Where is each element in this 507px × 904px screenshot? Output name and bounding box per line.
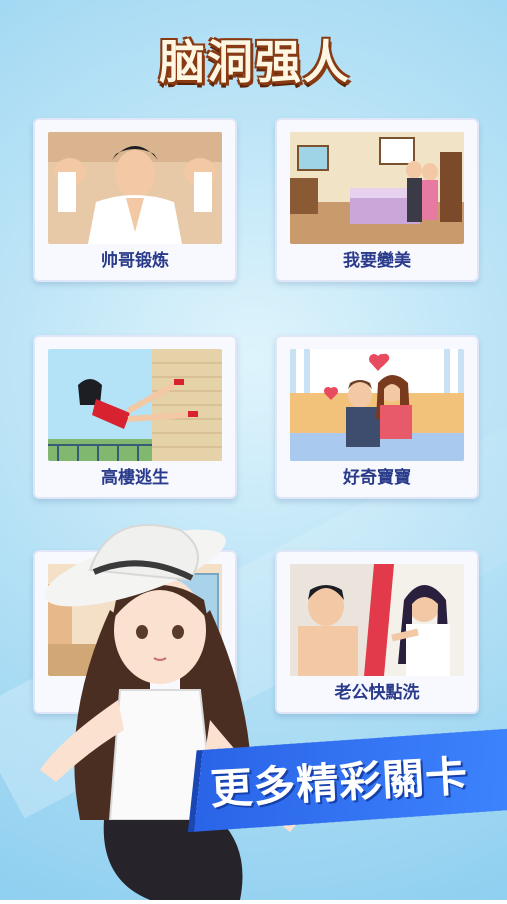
- hugging-couple-image: [290, 349, 464, 461]
- level-card-3[interactable]: 高樓逃生: [33, 335, 237, 499]
- level-label: 好奇寶寶: [343, 468, 411, 488]
- level-card-4[interactable]: 好奇寶寶: [275, 335, 479, 499]
- level-card-1[interactable]: 帅哥锻炼: [33, 118, 237, 282]
- level-label: 高樓逃生: [101, 468, 169, 488]
- bedroom-couple-image: [290, 132, 464, 244]
- logo-text: 脑洞强人: [159, 35, 351, 89]
- character-girl-image: [0, 520, 330, 900]
- muscle-man-image: [48, 132, 222, 244]
- level-card-2[interactable]: 我要變美: [275, 118, 479, 282]
- falling-girl-image: [48, 349, 222, 461]
- level-label: 我要變美: [343, 251, 411, 271]
- level-label: 帅哥锻炼: [101, 251, 169, 271]
- game-logo: 脑洞强人: [140, 22, 370, 96]
